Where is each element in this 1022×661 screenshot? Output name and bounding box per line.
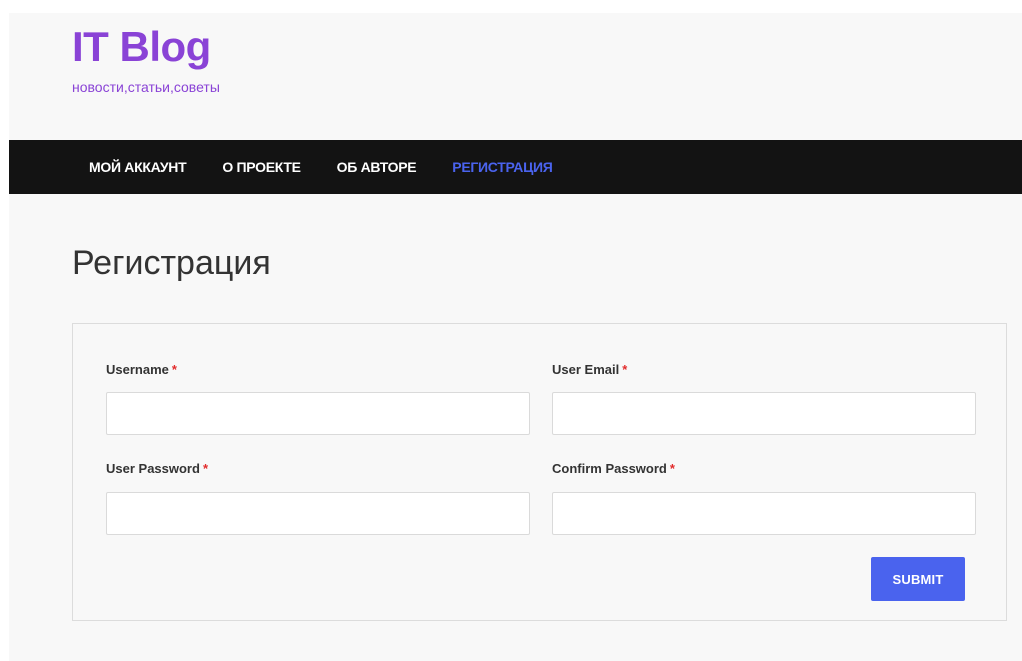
user-password-input[interactable] xyxy=(106,492,530,535)
username-label-text: Username xyxy=(106,362,169,377)
user-email-label: User Email * xyxy=(552,361,627,379)
site-tagline: новости,статьи,советы xyxy=(72,79,220,95)
username-label: Username * xyxy=(106,361,177,379)
confirm-password-input[interactable] xyxy=(552,492,976,535)
nav-item-registration[interactable]: РЕГИСТРАЦИЯ xyxy=(452,159,553,175)
confirm-password-label: Confirm Password * xyxy=(552,460,675,478)
site-title-link[interactable]: IT Blog xyxy=(72,21,211,73)
required-mark: * xyxy=(202,461,208,476)
registration-form: Username * User Email * User Password * Con… xyxy=(72,323,1007,621)
required-mark: * xyxy=(622,362,628,377)
nav-item-about-project[interactable]: О ПРОЕКТЕ xyxy=(222,159,301,175)
page-title: Регистрация xyxy=(72,244,271,282)
site-header: IT Blog новости,статьи,советы xyxy=(9,13,1022,140)
required-mark: * xyxy=(171,362,177,377)
page: IT Blog новости,статьи,советы МОЙ АККАУН… xyxy=(9,13,1022,661)
nav-list: МОЙ АККАУНТ О ПРОЕКТЕ ОБ АВТОРЕ РЕГИСТРА… xyxy=(9,140,1022,194)
main-navigation: МОЙ АККАУНТ О ПРОЕКТЕ ОБ АВТОРЕ РЕГИСТРА… xyxy=(9,140,1022,194)
user-password-label-text: User Password xyxy=(106,461,200,476)
confirm-password-label-text: Confirm Password xyxy=(552,461,667,476)
nav-item-about-author[interactable]: ОБ АВТОРЕ xyxy=(337,159,417,175)
nav-item-my-account[interactable]: МОЙ АККАУНТ xyxy=(89,159,187,175)
required-mark: * xyxy=(669,461,675,476)
user-email-input[interactable] xyxy=(552,392,976,435)
submit-button[interactable]: SUBMIT xyxy=(871,557,965,601)
user-email-label-text: User Email xyxy=(552,362,620,377)
user-password-label: User Password * xyxy=(106,460,208,478)
username-input[interactable] xyxy=(106,392,530,435)
